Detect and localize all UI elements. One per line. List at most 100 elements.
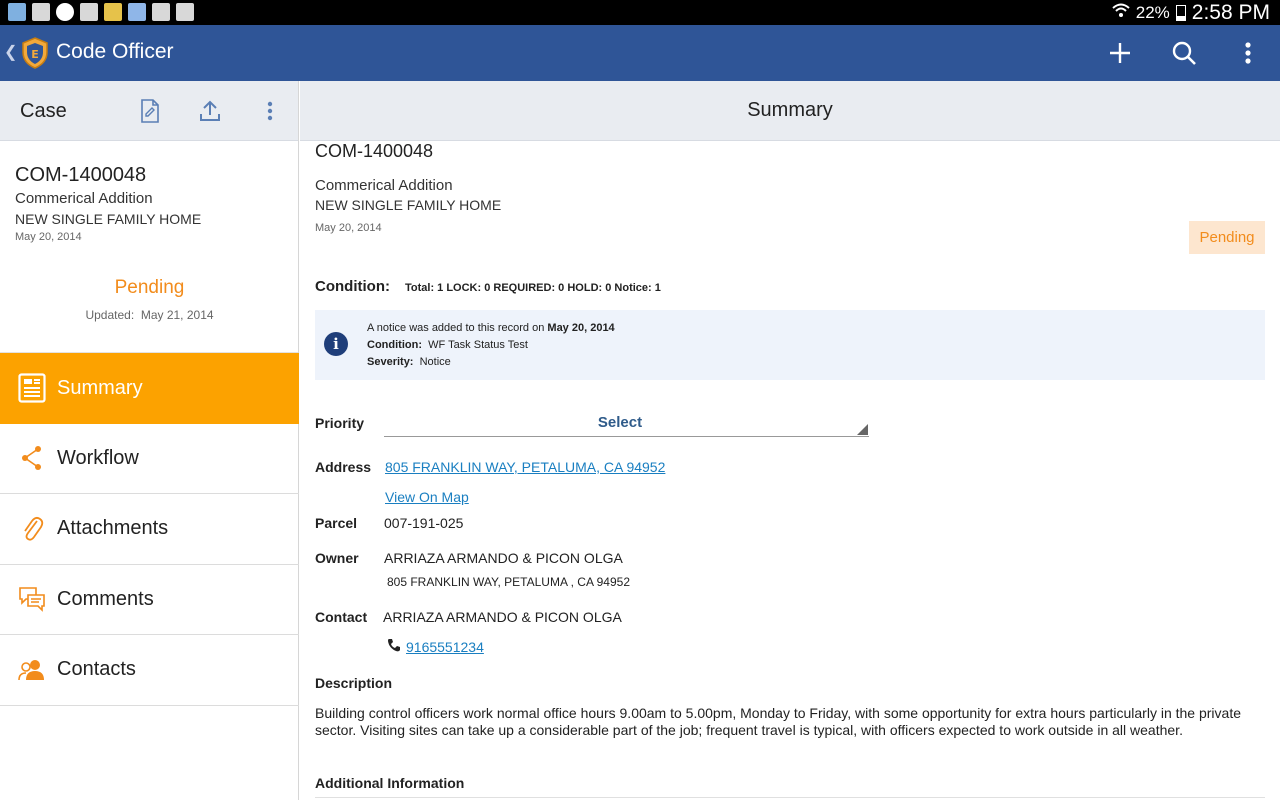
system-status-bar: 22% 2:58 PM <box>0 0 1280 25</box>
dropdown-corner-icon <box>857 424 868 435</box>
add-button[interactable] <box>1102 36 1138 70</box>
image-icon <box>80 3 98 21</box>
view-on-map-link[interactable]: View On Map <box>385 489 469 505</box>
address-label: Address <box>315 459 372 475</box>
clock: 2:58 PM <box>1191 0 1270 24</box>
description-text: Building control officers work normal of… <box>315 705 1241 738</box>
parcel-label: Parcel <box>315 515 358 531</box>
record-description: NEW SINGLE FAMILY HOME <box>15 211 202 227</box>
record-updated: Updated: May 21, 2014 <box>0 308 299 322</box>
nav-label: Attachments <box>57 517 169 540</box>
status-badge: Pending <box>1189 221 1265 254</box>
do-not-disturb-icon <box>56 3 74 21</box>
paperclip-icon <box>16 513 48 545</box>
contact-label: Contact <box>315 609 368 625</box>
comments-icon <box>16 583 48 615</box>
edit-document-button[interactable] <box>136 97 164 125</box>
nav-label: Contacts <box>57 658 136 681</box>
description-label: Description <box>315 675 393 691</box>
priority-value: Select <box>597 414 643 431</box>
notice-condition-label: Condition: <box>367 339 422 351</box>
workflow-icon <box>16 442 48 474</box>
notice-condition-value: WF Task Status Test <box>428 339 528 351</box>
record-date: May 20, 2014 <box>15 231 82 243</box>
more-vertical-icon <box>1245 42 1251 64</box>
search-button[interactable] <box>1166 36 1202 70</box>
nav-item-contacts[interactable]: Contacts <box>0 635 299 706</box>
notice-severity: Severity: Notice <box>367 356 451 368</box>
priority-select[interactable]: Select <box>384 411 869 437</box>
svg-text:E: E <box>31 48 39 61</box>
nav-label: Summary <box>57 376 143 399</box>
notification-icon <box>104 3 122 21</box>
notice-condition: Condition: WF Task Status Test <box>367 339 528 351</box>
summary-panel: Summary COM-1400048 Commerical Addition … <box>300 81 1280 800</box>
bag-icon <box>176 3 194 21</box>
wifi-icon <box>1112 2 1130 23</box>
notification-icons <box>8 3 194 21</box>
condition-label: Condition: <box>315 278 390 295</box>
section-divider <box>315 797 1265 798</box>
record-type: Commerical Addition <box>15 190 153 207</box>
info-icon: i <box>324 332 348 356</box>
priority-label: Priority <box>315 415 365 431</box>
summary-icon <box>16 372 48 404</box>
case-overflow-button[interactable] <box>256 97 284 125</box>
notification-icon <box>32 3 50 21</box>
app-logo-icon[interactable]: E <box>20 37 50 69</box>
section-nav: Summary Workflow Attachments Comments Co… <box>0 353 299 706</box>
nav-label: Comments <box>57 587 154 610</box>
summary-panel-title: Summary <box>300 81 1280 141</box>
notification-icon <box>8 3 26 21</box>
nav-label: Workflow <box>57 446 139 469</box>
overflow-menu-button[interactable] <box>1230 36 1266 70</box>
news-icon <box>152 3 170 21</box>
nav-item-workflow[interactable]: Workflow <box>0 424 299 494</box>
case-panel-header: Case <box>0 81 298 141</box>
app-bar: ❮ E Code Officer <box>0 25 1280 81</box>
notice-severity-value: Notice <box>419 356 451 368</box>
record-id: COM-1400048 <box>15 164 147 186</box>
upload-icon <box>200 100 220 121</box>
address-link[interactable]: 805 FRANKLIN WAY, PETALUMA, CA 94952 <box>385 459 665 475</box>
condition-summary: Condition: Total: 1 LOCK: 0 REQUIRED: 0 … <box>315 278 661 295</box>
battery-icon <box>1175 4 1186 21</box>
notice-text: A notice was added to this record on <box>367 322 545 334</box>
owner-address: 805 FRANKLIN WAY, PETALUMA , CA 94952 <box>387 575 630 589</box>
search-icon <box>1172 41 1196 65</box>
contacts-icon <box>16 654 48 686</box>
condition-notice[interactable]: i A notice was added to this record on M… <box>315 310 1265 380</box>
upload-button[interactable] <box>196 97 224 125</box>
contact-phone-link[interactable]: 9165551234 <box>406 639 484 655</box>
more-vertical-icon <box>267 101 273 121</box>
nav-item-summary[interactable]: Summary <box>0 353 299 424</box>
app-title: Code Officer <box>56 40 174 63</box>
nav-item-comments[interactable]: Comments <box>0 565 299 635</box>
parcel-value: 007-191-025 <box>384 515 464 531</box>
notice-date: May 20, 2014 <box>547 322 615 334</box>
record-type: Commerical Addition <box>315 177 453 194</box>
case-panel-title: Case <box>20 100 67 122</box>
record-summary-card[interactable]: COM-1400048 Commerical Addition NEW SING… <box>0 141 298 353</box>
document-edit-icon <box>141 99 159 123</box>
notice-message: A notice was added to this record on May… <box>367 322 615 334</box>
status-right: 22% 2:58 PM <box>1112 0 1270 25</box>
phone-icon <box>387 638 400 655</box>
contact-name: ARRIAZA ARMANDO & PICON OLGA <box>383 609 622 625</box>
record-status: Pending <box>114 277 185 298</box>
updated-label: Updated: <box>85 308 135 322</box>
record-description: NEW SINGLE FAMILY HOME <box>315 197 502 213</box>
owner-name: ARRIAZA ARMANDO & PICON OLGA <box>384 550 623 566</box>
notice-severity-label: Severity: <box>367 356 414 368</box>
battery-percent: 22% <box>1135 2 1170 22</box>
record-date: May 20, 2014 <box>315 222 382 234</box>
additional-info-label: Additional Information <box>315 775 465 791</box>
plus-icon <box>1110 43 1130 63</box>
nav-item-attachments[interactable]: Attachments <box>0 494 299 565</box>
owner-label: Owner <box>315 550 359 566</box>
updated-date: May 21, 2014 <box>140 308 214 322</box>
condition-counts: Total: 1 LOCK: 0 REQUIRED: 0 HOLD: 0 Not… <box>404 282 661 294</box>
back-arrow-icon[interactable]: ❮ <box>4 42 17 62</box>
case-panel: Case COM-1400048 Commerical Addition NEW… <box>0 81 299 800</box>
record-id: COM-1400048 <box>315 141 434 161</box>
